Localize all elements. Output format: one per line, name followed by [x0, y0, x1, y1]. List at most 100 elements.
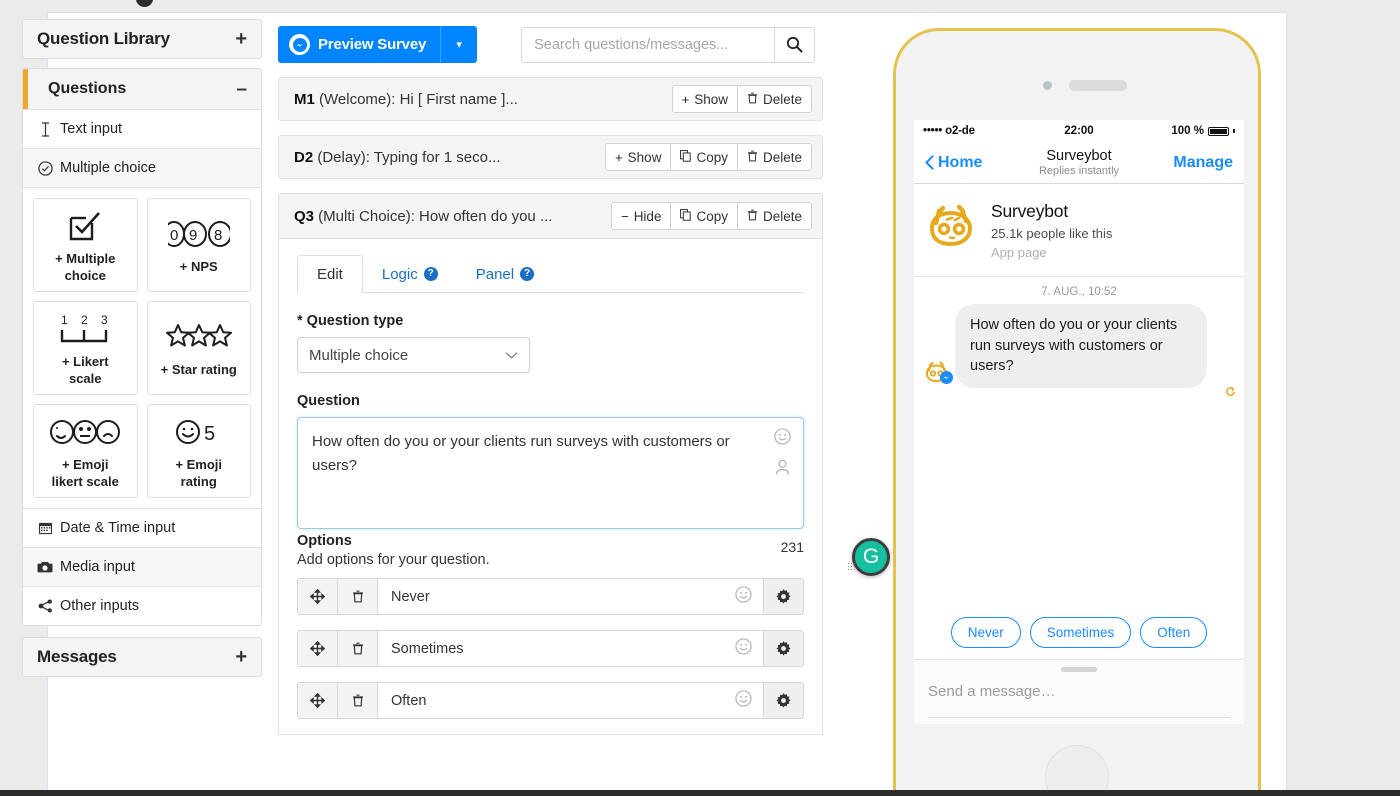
- survey-item-row[interactable]: M1 (Welcome): Hi [ First name ]... + Sho…: [278, 77, 823, 121]
- grammarly-button[interactable]: G: [852, 538, 890, 576]
- personalization-icon[interactable]: [775, 459, 790, 481]
- copy-button[interactable]: Copy: [670, 143, 738, 171]
- calendar-icon: [37, 521, 53, 535]
- bot-profile-card[interactable]: Surveybot 25.1k people like this App pag…: [914, 184, 1244, 277]
- trash-icon: [747, 150, 758, 164]
- survey-item-row-active[interactable]: Q3 (Multi Choice): How often do you ... …: [278, 193, 823, 239]
- option-row: Often: [297, 682, 804, 719]
- questions-group-title: Questions: [48, 80, 127, 97]
- plus-icon: +: [681, 91, 690, 107]
- preview-survey-dropdown-button[interactable]: ▾: [440, 26, 478, 63]
- collapse-questions-icon[interactable]: –: [236, 80, 247, 99]
- chevron-down-icon: [505, 347, 518, 364]
- copy-button[interactable]: Copy: [670, 202, 738, 230]
- editor-tabs: Edit Logic ? Panel ?: [297, 255, 804, 293]
- copy-label: Copy: [696, 149, 728, 165]
- tile-emoji-rating[interactable]: 5 + Emoji rating: [146, 404, 251, 498]
- phone-preview: ••••• o2-de 22:00 100 % Home Surveybot R…: [893, 28, 1261, 796]
- questions-group-header[interactable]: Questions –: [23, 69, 261, 109]
- emoji-picker-icon[interactable]: [735, 586, 752, 607]
- search-input[interactable]: [521, 26, 775, 63]
- question-textarea[interactable]: [297, 417, 804, 529]
- grammarly-drag-handle[interactable]: [847, 562, 856, 571]
- option-value: Often: [391, 692, 427, 709]
- delete-option-button[interactable]: [337, 578, 378, 615]
- delete-button[interactable]: Delete: [736, 143, 812, 171]
- gear-icon: [776, 693, 791, 708]
- emoji-picker-icon[interactable]: [735, 690, 752, 711]
- delete-button[interactable]: Delete: [736, 85, 812, 113]
- drag-handle-icon[interactable]: [297, 682, 338, 719]
- delete-option-button[interactable]: [337, 630, 378, 667]
- help-icon[interactable]: ?: [520, 267, 535, 281]
- chevron-down-icon: ▾: [456, 39, 462, 51]
- likert-scale-icon: 1 2 3: [58, 309, 112, 349]
- tile-star-rating[interactable]: + Star rating: [146, 301, 251, 395]
- trash-icon: [747, 92, 758, 106]
- drag-handle-icon[interactable]: [297, 578, 338, 615]
- textarea-tools: [774, 428, 791, 481]
- svg-text:5: 5: [204, 423, 215, 445]
- survey-item-row[interactable]: D2 (Delay): Typing for 1 seco... + Show …: [278, 135, 823, 179]
- question-textarea-wrap: [297, 417, 804, 534]
- option-input[interactable]: Never: [377, 578, 764, 615]
- svg-text:0: 0: [170, 227, 178, 244]
- search-button[interactable]: [774, 26, 816, 63]
- preview-survey-group: Preview Survey ▾: [278, 26, 478, 63]
- question-type-tiles: + Multiple choice 0 9 8 + NPS 1 2 3 + Li…: [23, 187, 261, 508]
- grammarly-letter: G: [862, 545, 880, 568]
- sidebar-item-label: Date & Time input: [60, 520, 176, 536]
- tab-panel[interactable]: Panel ?: [457, 255, 553, 293]
- help-icon[interactable]: ?: [423, 267, 438, 281]
- composer-placeholder: Send a message…: [928, 683, 1056, 700]
- question-type-value: Multiple choice: [309, 346, 409, 364]
- phone-speaker-icon: [1069, 80, 1127, 91]
- copy-icon: [680, 150, 692, 164]
- nps-digits-icon: 0 9 8: [167, 214, 230, 254]
- tile-emoji-likert-scale[interactable]: + Emoji likert scale: [33, 404, 138, 498]
- manage-button[interactable]: Manage: [1173, 154, 1233, 172]
- tile-multiple-choice[interactable]: + Multiple choice: [33, 198, 138, 292]
- option-input[interactable]: Sometimes: [377, 630, 764, 667]
- drag-handle-icon[interactable]: [297, 630, 338, 667]
- bot-avatar: [924, 359, 953, 388]
- tile-likert-scale[interactable]: 1 2 3 + Likert scale: [33, 301, 138, 395]
- quick-reply-button[interactable]: Never: [950, 617, 1021, 648]
- emoji-picker-icon[interactable]: [774, 428, 791, 450]
- option-settings-button[interactable]: [763, 630, 804, 667]
- sidebar-item-date-time-input[interactable]: Date & Time input: [23, 508, 261, 547]
- phone-home-button[interactable]: [1045, 745, 1109, 793]
- tab-edit-label: Edit: [317, 265, 343, 283]
- phone-camera-icon: [1043, 81, 1052, 90]
- emoji-picker-icon[interactable]: [735, 638, 752, 659]
- quick-reply-button[interactable]: Often: [1140, 617, 1208, 648]
- option-input[interactable]: Often: [377, 682, 764, 719]
- sidebar-item-other-inputs[interactable]: Other inputs: [23, 586, 261, 625]
- tab-edit[interactable]: Edit: [297, 255, 363, 293]
- preview-survey-button[interactable]: Preview Survey: [278, 26, 441, 63]
- show-label: Show: [627, 149, 662, 165]
- sidebar-item-media-input[interactable]: Media input: [23, 547, 261, 586]
- delete-option-button[interactable]: [337, 682, 378, 719]
- tab-logic[interactable]: Logic ?: [363, 255, 457, 293]
- option-settings-button[interactable]: [763, 682, 804, 719]
- sidebar-item-text-input[interactable]: Text input: [23, 109, 261, 148]
- messages-panel-header[interactable]: Messages +: [22, 637, 262, 677]
- show-button[interactable]: + Show: [605, 143, 672, 171]
- quick-reply-button[interactable]: Sometimes: [1029, 617, 1132, 648]
- delete-button[interactable]: Delete: [736, 202, 812, 230]
- survey-item-text: M1 (Welcome): Hi [ First name ]...: [294, 90, 518, 108]
- preview-survey-label: Preview Survey: [318, 36, 427, 53]
- option-settings-button[interactable]: [763, 578, 804, 615]
- add-message-icon[interactable]: +: [235, 647, 247, 667]
- add-question-library-icon[interactable]: +: [235, 29, 247, 49]
- message-composer[interactable]: Send a message…: [914, 660, 1244, 724]
- question-library-header[interactable]: Question Library +: [22, 19, 262, 59]
- sidebar-item-multiple-choice[interactable]: Multiple choice: [23, 148, 261, 187]
- hide-button[interactable]: − Hide: [611, 202, 672, 230]
- tile-nps[interactable]: 0 9 8 + NPS: [146, 198, 251, 292]
- survey-item-text: Q3 (Multi Choice): How often do you ...: [294, 207, 553, 225]
- question-type-select[interactable]: Multiple choice: [297, 337, 530, 373]
- sidebar-item-label: Media input: [60, 559, 135, 575]
- show-button[interactable]: + Show: [671, 85, 738, 113]
